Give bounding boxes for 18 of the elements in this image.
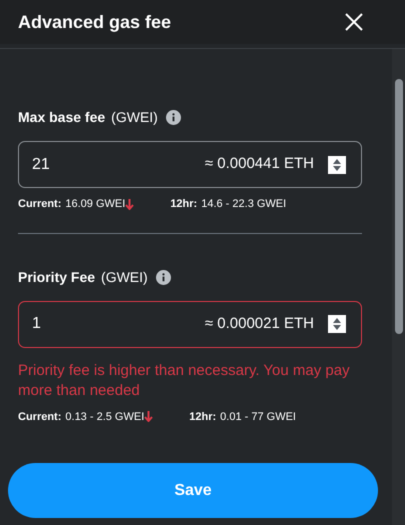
stat-value: 14.6 - 22.3 GWEI (201, 197, 286, 212)
stat-value: 0.01 - 77 GWEI (220, 410, 296, 424)
window-title: Advanced gas fee (18, 10, 172, 34)
field-label: Max base fee (18, 108, 106, 127)
stat-label: Current: (18, 197, 62, 212)
fee-input[interactable]: 1 ≈ 0.000021 ETH (18, 300, 362, 348)
stat-value: 0.13 - 2.5 GWEI (65, 410, 144, 424)
eth-conversion: ≈ 0.000441 ETH (204, 154, 314, 174)
stat-value: 16.09 GWEI (65, 197, 126, 212)
eth-conversion: ≈ 0.000021 ETH (204, 314, 314, 334)
stat-label: 12hr: (170, 197, 198, 212)
field-unit: (GWEI) (111, 108, 158, 127)
error-message: Priority fee is higher than necessary. You may pay more than needed (18, 360, 351, 400)
field-unit: (GWEI) (101, 268, 148, 287)
field-label: Priority Fee (18, 268, 96, 287)
fee-input[interactable]: 21 ≈ 0.000441 ETH (18, 141, 362, 188)
stat-label: 12hr: (189, 410, 216, 424)
stat-label: Current: (18, 410, 62, 424)
